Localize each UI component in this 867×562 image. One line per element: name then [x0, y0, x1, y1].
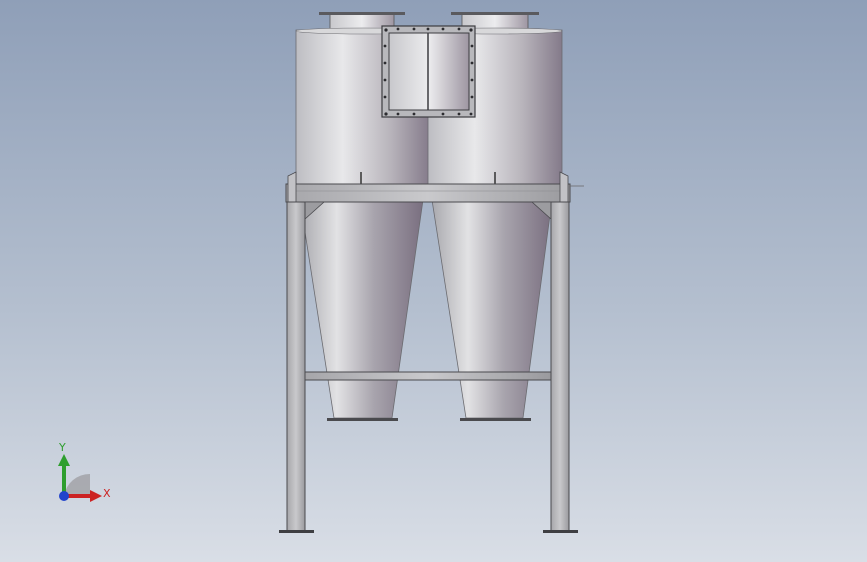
- axis-x-label: X: [103, 487, 111, 500]
- dust-outlet-right: [460, 418, 531, 421]
- axis-y-label: Y: [59, 441, 66, 454]
- coordinate-triad: Y X: [50, 440, 120, 510]
- dust-outlet-left: [327, 418, 398, 421]
- twin-cyclone-separator-model[interactable]: [0, 0, 867, 562]
- graphics-viewport[interactable]: Y X: [0, 0, 867, 562]
- cyclone-cone-right: [431, 199, 553, 419]
- cyclone-cone-left: [299, 199, 424, 419]
- inlet-flange: [381, 25, 476, 118]
